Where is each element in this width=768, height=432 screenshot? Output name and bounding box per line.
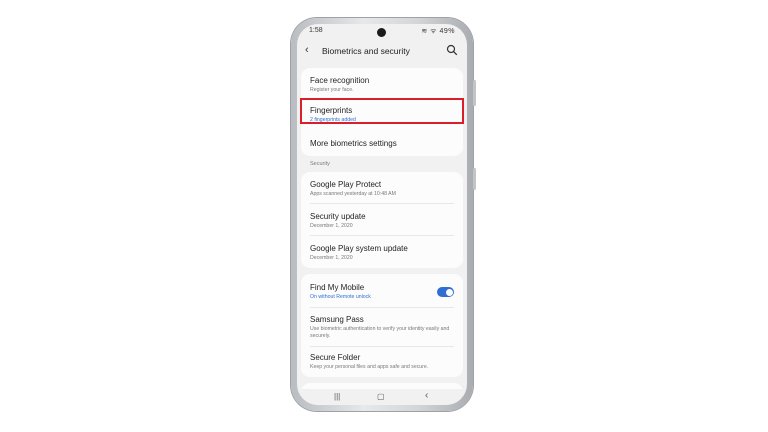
divider [310, 235, 454, 236]
search-icon[interactable] [446, 44, 458, 56]
google-play-system-update-item[interactable]: Google Play system update December 1, 20… [310, 244, 454, 262]
find-mobile-card: Find My Mobile On without Remote unlock … [301, 274, 463, 377]
google-play-protect-item[interactable]: Google Play Protect Apps scanned yesterd… [310, 180, 454, 198]
samsung-pass-item[interactable]: Samsung Pass Use biometric authenticatio… [310, 315, 454, 340]
front-camera [377, 28, 386, 37]
divider [310, 307, 454, 308]
toggle-knob [445, 288, 453, 296]
item-title: Secure Folder [310, 353, 361, 362]
phone-screen: 1:58 ≋ ᯤ 49% ‹ Biometrics and security F… [297, 24, 467, 405]
find-my-mobile-toggle[interactable] [437, 287, 454, 297]
app-bar: ‹ Biometrics and security [297, 40, 467, 62]
home-icon[interactable]: ▢ [377, 392, 385, 401]
more-biometrics-settings-item[interactable]: More biometrics settings [310, 139, 454, 148]
power-button [473, 168, 476, 190]
fingerprints-highlight-box [300, 98, 464, 124]
item-subtitle: Apps scanned yesterday at 10:48 AM [310, 191, 396, 197]
recents-icon[interactable]: ||| [334, 392, 340, 401]
find-my-mobile-item[interactable]: Find My Mobile On without Remote unlock [310, 283, 454, 301]
item-title: Google Play system update [310, 244, 408, 253]
item-title: Find My Mobile [310, 283, 365, 292]
status-indicators: ≋ ᯤ 49% [421, 28, 455, 35]
status-time: 1:58 [309, 27, 323, 34]
security-card: Google Play Protect Apps scanned yesterd… [301, 172, 463, 268]
item-title: More biometrics settings [310, 139, 397, 148]
secure-folder-item[interactable]: Secure Folder Keep your personal files a… [310, 353, 454, 371]
item-title: Security update [310, 212, 366, 221]
navigation-bar: ||| ▢ ‹ [297, 389, 467, 405]
item-title: Google Play Protect [310, 180, 382, 189]
item-subtitle: Use biometric authentication to verify y… [310, 326, 450, 339]
volume-button [473, 80, 476, 106]
item-subtitle: Register your face. [310, 87, 354, 93]
section-header-security: Security [310, 161, 330, 167]
item-title: Samsung Pass [310, 315, 364, 324]
item-subtitle: Keep your personal files and apps safe a… [310, 364, 429, 370]
item-subtitle: On without Remote unlock [310, 294, 371, 300]
item-subtitle: December 1, 2020 [310, 255, 353, 261]
page-title: Biometrics and security [322, 46, 410, 56]
back-nav-icon[interactable]: ‹ [425, 390, 428, 401]
phone-frame: 1:58 ≋ ᯤ 49% ‹ Biometrics and security F… [291, 18, 476, 411]
divider [310, 203, 454, 204]
back-arrow-icon[interactable]: ‹ [305, 44, 309, 56]
item-title: Face recognition [310, 76, 370, 85]
item-subtitle: December 1, 2020 [310, 223, 353, 229]
divider [310, 346, 454, 347]
security-update-item[interactable]: Security update December 1, 2020 [310, 212, 454, 230]
face-recognition-item[interactable]: Face recognition Register your face. [310, 76, 454, 94]
